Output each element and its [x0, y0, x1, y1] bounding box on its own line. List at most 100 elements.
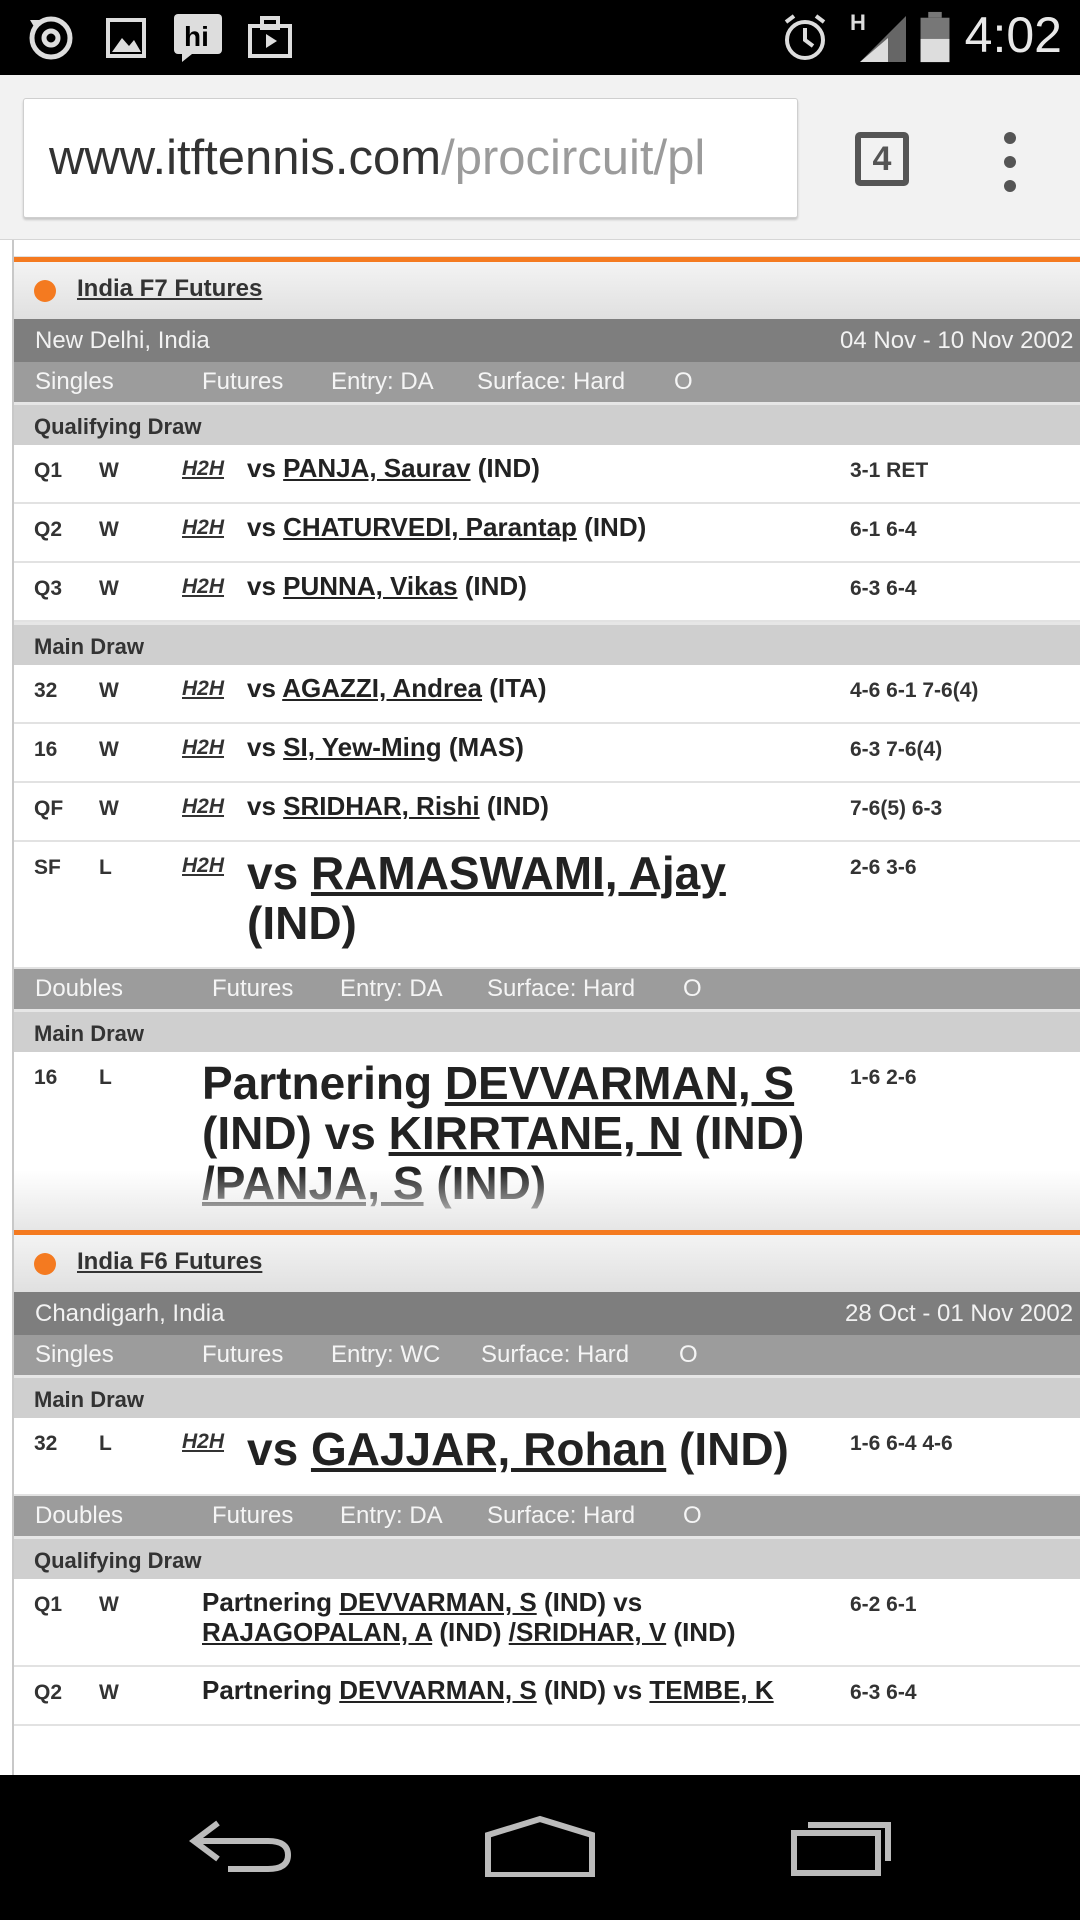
opponent-link[interactable]: /SRIDHAR, V [509, 1617, 666, 1647]
url-domain: www.itftennis.com [49, 131, 442, 185]
event-indoor-outdoor: O [683, 1502, 702, 1529]
event-level: Futures [212, 975, 294, 1002]
match-row: 32 L H2H vs GAJJAR, Rohan (IND) 1-6 6-4 … [14, 1418, 1080, 1496]
tournament-header: India F7 Futures [14, 262, 1080, 319]
draw-header: Main Draw [14, 622, 1080, 665]
opponent-link[interactable]: GAJJAR, Rohan [311, 1423, 666, 1475]
event-entry: Entry: DA [340, 975, 443, 1002]
tournament-location-bar: Chandigarh, India 28 Oct - 01 Nov 2002 [14, 1292, 1080, 1335]
match-row: Q3 W H2H vs PUNNA, Vikas (IND) 6-3 6-4 [14, 563, 1080, 622]
home-icon[interactable] [484, 1815, 596, 1877]
h2h-link[interactable]: H2H [182, 516, 224, 540]
opponent-link[interactable]: TEMBE, K [649, 1675, 773, 1705]
match-opponent: vs SI, Yew-Ming (MAS) [247, 732, 524, 762]
match-round: Q2 [34, 518, 63, 541]
h2h-link[interactable]: H2H [182, 736, 224, 760]
opponent-link[interactable]: AGAZZI, Andrea [282, 673, 482, 703]
partner-link[interactable]: DEVVARMAN, S [445, 1057, 794, 1109]
match-score: 6-1 6-4 [850, 518, 917, 541]
opponent-link[interactable]: CHATURVEDI, Parantap [283, 512, 577, 542]
match-opponent: Partnering DEVVARMAN, S (IND) vs RAJAGOP… [202, 1587, 736, 1647]
url-bar[interactable]: www.itftennis.com/procircuit/pl [23, 98, 798, 218]
system-nav-bar [0, 1775, 1080, 1920]
match-score: 6-3 6-4 [850, 1681, 917, 1704]
tournament-dates: 28 Oct - 01 Nov 2002 [845, 1300, 1074, 1327]
match-round: 16 [34, 738, 58, 761]
match-opponent: vs AGAZZI, Andrea (ITA) [247, 673, 547, 703]
partner-link[interactable]: DEVVARMAN, S [339, 1587, 536, 1617]
match-round: 16 [34, 1066, 58, 1089]
event-bar: Singles Futures Entry: DA Surface: Hard … [14, 362, 1080, 402]
clock: 4:02 [964, 7, 1062, 63]
back-icon[interactable] [188, 1815, 293, 1875]
h2h-link[interactable]: H2H [182, 677, 224, 701]
opponent-link[interactable]: RAMASWAMI, Ajay [311, 847, 726, 899]
event-surface: Surface: Hard [481, 1341, 630, 1368]
match-score: 1-6 2-6 [850, 1066, 917, 1089]
sync-icon [29, 16, 73, 60]
match-result: L [99, 856, 112, 879]
h2h-link[interactable]: H2H [182, 795, 224, 819]
match-row: Q1 W H2H vs PANJA, Saurav (IND) 3-1 RET [14, 445, 1080, 504]
match-result: W [99, 459, 119, 482]
match-round: Q2 [34, 1681, 63, 1704]
tab-switcher-button[interactable]: 4 [855, 132, 909, 186]
match-row: 32 W H2H vs AGAZZI, Andrea (ITA) 4-6 6-1… [14, 665, 1080, 724]
event-level: Futures [202, 368, 284, 395]
opponent-link[interactable]: RAJAGOPALAN, A [202, 1617, 432, 1647]
opponent-link[interactable]: SRIDHAR, Rishi [283, 791, 479, 821]
opponent-link[interactable]: SI, Yew-Ming [283, 732, 441, 762]
tournament-dot-icon [34, 280, 56, 302]
event-type: Singles [35, 368, 114, 395]
svg-text:hi: hi [184, 21, 209, 52]
match-round: 32 [34, 1432, 58, 1455]
match-score: 6-3 6-4 [850, 577, 917, 600]
draw-header: Main Draw [14, 1375, 1080, 1418]
match-opponent: vs GAJJAR, Rohan (IND) [247, 1423, 789, 1475]
match-row: 16 L Partnering DEVVARMAN, S (IND) vs KI… [14, 1052, 1080, 1230]
match-opponent: vs RAMASWAMI, Ajay (IND) [247, 847, 726, 949]
tournament-name-link[interactable]: India F6 Futures [77, 1248, 262, 1276]
browser-toolbar: www.itftennis.com/procircuit/pl 4 [0, 75, 1080, 240]
h2h-link[interactable]: H2H [182, 457, 224, 481]
recent-apps-icon[interactable] [790, 1815, 896, 1877]
match-result: W [99, 797, 119, 820]
status-bar: hi H 4:02 [0, 0, 1080, 75]
match-result: W [99, 518, 119, 541]
tournament-dot-icon [34, 1253, 56, 1275]
partner-link[interactable]: DEVVARMAN, S [339, 1675, 536, 1705]
match-opponent: vs PUNNA, Vikas (IND) [247, 571, 527, 601]
match-row: Q1 W Partnering DEVVARMAN, S (IND) vs RA… [14, 1579, 1080, 1667]
opponent-link[interactable]: KIRRTANE, N [389, 1107, 682, 1159]
match-score: 6-2 6-1 [850, 1593, 917, 1616]
gallery-icon [106, 18, 146, 58]
event-type: Doubles [35, 1502, 124, 1529]
match-score: 7-6(5) 6-3 [850, 797, 943, 820]
match-result: W [99, 577, 119, 600]
event-bar: Doubles Futures Entry: DA Surface: Hard … [14, 1496, 1080, 1536]
match-round: Q1 [34, 1593, 63, 1616]
match-row: Q2 W Partnering DEVVARMAN, S (IND) vs TE… [14, 1667, 1080, 1726]
event-surface: Surface: Hard [477, 368, 626, 395]
opponent-link[interactable]: PUNNA, Vikas [283, 571, 457, 601]
h2h-link[interactable]: H2H [182, 1430, 224, 1454]
draw-header: Main Draw [14, 1009, 1080, 1052]
event-surface: Surface: Hard [487, 1502, 636, 1529]
event-indoor-outdoor: O [674, 368, 693, 395]
opponent-link[interactable]: PANJA, Saurav [283, 453, 470, 483]
event-entry: Entry: DA [331, 368, 434, 395]
tournament-block: India F6 Futures Chandigarh, India 28 Oc… [14, 1230, 1080, 1726]
tournament-location: New Delhi, India [35, 327, 210, 354]
tournament-name-link[interactable]: India F7 Futures [77, 275, 262, 303]
hike-messenger-icon: hi [174, 14, 222, 62]
match-result: L [99, 1066, 112, 1089]
h2h-link[interactable]: H2H [182, 575, 224, 599]
match-round: 32 [34, 679, 58, 702]
event-entry: Entry: DA [340, 1502, 443, 1529]
opponent-link[interactable]: /PANJA, S [202, 1157, 424, 1209]
h2h-link[interactable]: H2H [182, 854, 224, 878]
event-type: Singles [35, 1341, 114, 1368]
overflow-menu-icon[interactable] [995, 132, 1025, 192]
tournament-dates: 04 Nov - 10 Nov 2002 [840, 327, 1074, 354]
tournament-block: India F7 Futures New Delhi, India 04 Nov… [14, 257, 1080, 1230]
